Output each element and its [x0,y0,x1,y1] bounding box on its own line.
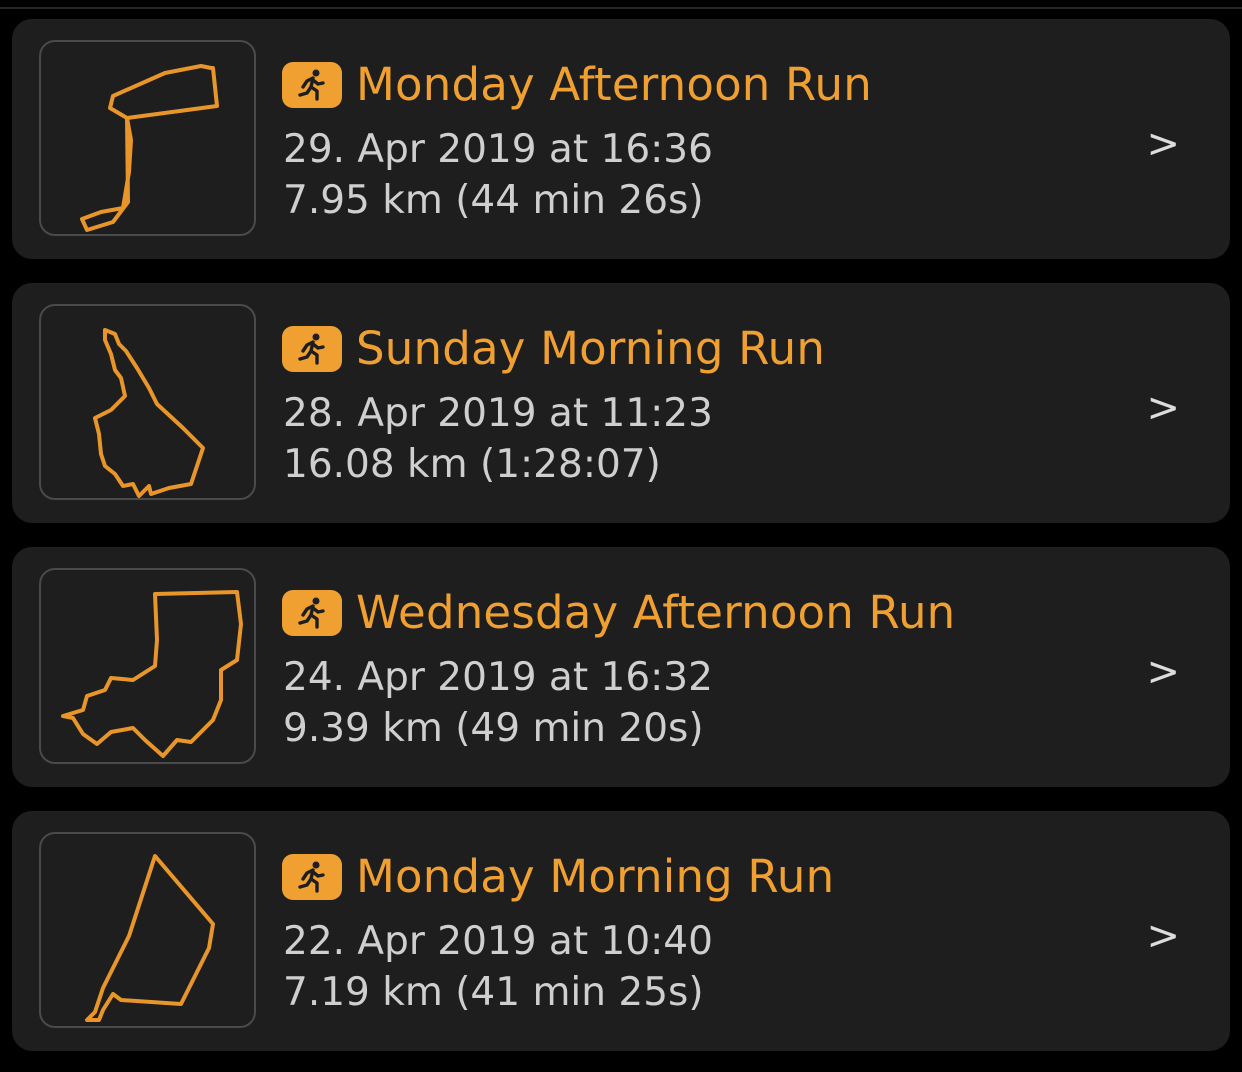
route-map-thumbnail [39,304,256,500]
activity-title: Monday Afternoon Run [356,58,872,111]
activity-stats: 7.95 km (44 min 26s) [283,178,704,223]
activity-card[interactable]: Sunday Morning Run 28. Apr 2019 at 11:23… [12,283,1230,523]
running-figure-icon [282,326,342,372]
activity-card[interactable]: Monday Afternoon Run 29. Apr 2019 at 16:… [12,19,1230,259]
title-row: Sunday Morning Run [282,321,825,377]
activity-date: 29. Apr 2019 at 16:36 [283,127,713,172]
activity-date: 28. Apr 2019 at 11:23 [283,391,713,436]
running-figure-icon [282,854,342,900]
activity-stats: 16.08 km (1:28:07) [283,442,661,487]
top-divider [0,7,1242,9]
chevron-right-icon[interactable]: > [1146,383,1180,433]
route-map-thumbnail [39,832,256,1028]
chevron-right-icon[interactable]: > [1146,911,1180,961]
activity-date: 24. Apr 2019 at 16:32 [283,655,713,700]
running-figure-icon [282,590,342,636]
chevron-right-icon[interactable]: > [1146,119,1180,169]
activity-stats: 7.19 km (41 min 25s) [283,970,704,1015]
title-row: Monday Morning Run [282,849,834,905]
activity-card[interactable]: Monday Morning Run 22. Apr 2019 at 10:40… [12,811,1230,1051]
route-path [80,64,219,232]
route-path [93,328,205,498]
activity-title: Sunday Morning Run [356,322,826,375]
activity-title: Wednesday Afternoon Run [356,586,956,639]
activity-date: 22. Apr 2019 at 10:40 [283,919,713,964]
running-figure-icon [282,62,342,108]
title-row: Monday Afternoon Run [282,57,872,113]
activity-title: Monday Morning Run [356,850,835,903]
activity-list-screen: Monday Afternoon Run 29. Apr 2019 at 16:… [0,0,1242,1072]
route-map-thumbnail [39,40,256,236]
activity-card[interactable]: Wednesday Afternoon Run 24. Apr 2019 at … [12,547,1230,787]
route-path [61,590,243,758]
route-path [85,854,215,1022]
title-row: Wednesday Afternoon Run [282,585,955,641]
chevron-right-icon[interactable]: > [1146,647,1180,697]
activity-stats: 9.39 km (49 min 20s) [283,706,704,751]
route-map-thumbnail [39,568,256,764]
